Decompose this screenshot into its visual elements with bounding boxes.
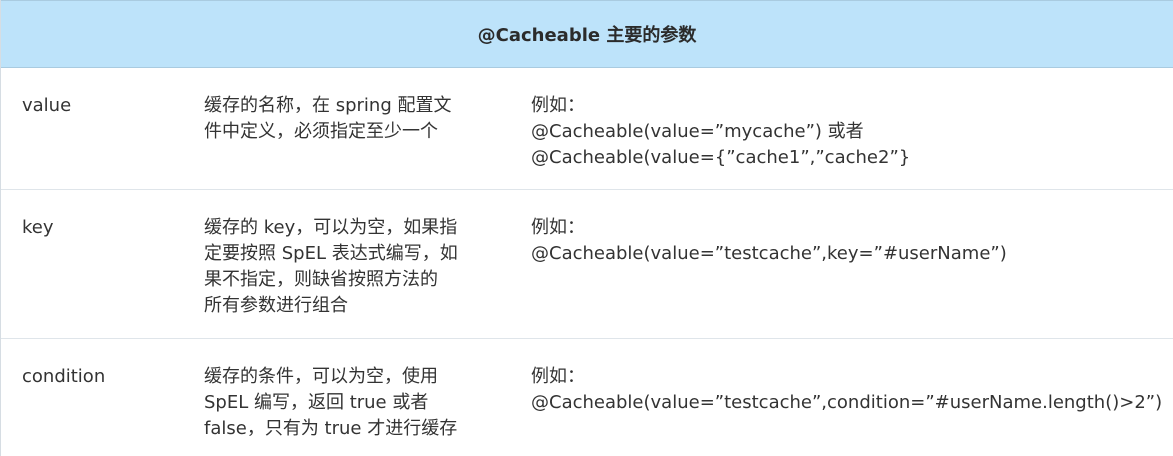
param-name: condition — [22, 366, 106, 387]
example-line: @Cacheable(value=”testcache”,condition=”… — [531, 392, 1163, 413]
param-description: 缓存的 key，可以为空，如果指 定要按照 SpEL 表达式编写，如 果不指定，… — [204, 217, 458, 316]
example-line: 例如： — [531, 366, 585, 387]
table-row: key 缓存的 key，可以为空，如果指 定要按照 SpEL 表达式编写，如 果… — [1, 190, 1173, 339]
table-row: value 缓存的名称，在 spring 配置文 件中定义，必须指定至少一个 例… — [1, 68, 1173, 190]
cacheable-params-table: @Cacheable 主要的参数 value 缓存的名称，在 spring 配置… — [0, 0, 1173, 456]
param-name: value — [22, 95, 72, 116]
example-line: @Cacheable(value=”mycache”) 或者 — [531, 121, 864, 142]
param-name: key — [22, 217, 54, 238]
param-example: 例如： @Cacheable(value=”testcache”,key=”#u… — [531, 215, 1171, 267]
param-description: 缓存的名称，在 spring 配置文 件中定义，必须指定至少一个 — [204, 95, 452, 142]
example-line: @Cacheable(value={”cache1”,”cache2”} — [531, 147, 911, 168]
table-title: @Cacheable 主要的参数 — [477, 25, 697, 46]
param-example: 例如： @Cacheable(value=”mycache”) 或者 @Cach… — [531, 93, 1171, 171]
param-example: 例如： @Cacheable(value=”testcache”,conditi… — [531, 364, 1171, 416]
table-row: condition 缓存的条件，可以为空，使用 SpEL 编写，返回 true … — [1, 339, 1173, 456]
param-description: 缓存的条件，可以为空，使用 SpEL 编写，返回 true 或者 false，只… — [204, 366, 458, 439]
example-line: 例如： — [531, 95, 585, 116]
example-line: @Cacheable(value=”testcache”,key=”#userN… — [531, 243, 1007, 264]
table-header: @Cacheable 主要的参数 — [1, 0, 1173, 68]
example-line: 例如： — [531, 217, 585, 238]
